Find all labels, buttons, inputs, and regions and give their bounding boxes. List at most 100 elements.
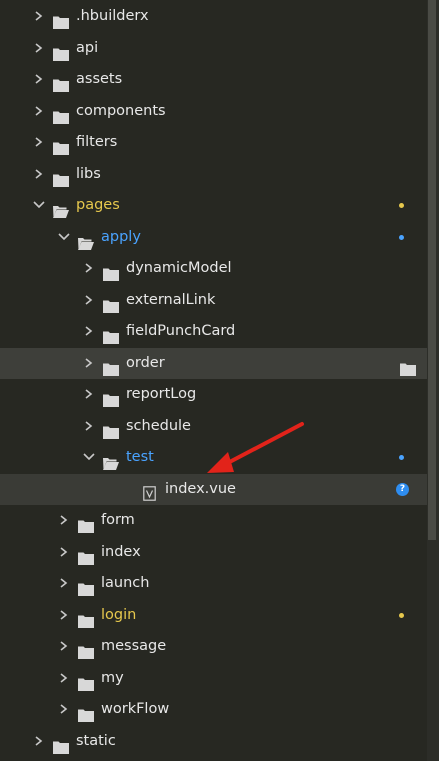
tree-item-label: message xyxy=(101,638,167,654)
chevron-right-icon[interactable] xyxy=(82,253,96,284)
tree-folder-row[interactable]: .hbuilderx xyxy=(0,1,427,32)
folder-open-icon xyxy=(78,231,94,250)
chevron-down-icon[interactable] xyxy=(57,222,71,253)
folder-icon xyxy=(103,294,119,313)
chevron-right-icon[interactable] xyxy=(57,568,71,599)
folder-icon xyxy=(103,325,119,344)
tree-item-label: .hbuilderx xyxy=(76,8,149,24)
folder-icon xyxy=(78,672,94,691)
tree-item-label: externalLink xyxy=(126,291,216,308)
chevron-right-icon[interactable] xyxy=(82,285,96,316)
tree-item-label: fieldPunchCard xyxy=(126,323,236,339)
modified-dot-icon xyxy=(399,612,404,618)
tree-folder-row[interactable]: index xyxy=(0,537,427,568)
tree-folder-row[interactable]: form xyxy=(0,505,427,536)
tree-item-label: assets xyxy=(76,71,123,87)
tree-folder-row[interactable]: test xyxy=(0,442,427,473)
chevron-right-icon[interactable] xyxy=(57,505,71,536)
folder-open-icon xyxy=(103,451,119,470)
modified-dot-icon xyxy=(399,203,404,208)
tree-item-label: pages xyxy=(76,197,120,213)
chevron-right-icon[interactable] xyxy=(82,379,96,410)
tree-item-label: order xyxy=(126,354,165,371)
chevron-right-icon[interactable] xyxy=(57,600,71,631)
folder-icon xyxy=(53,73,69,92)
tree-folder-row[interactable]: fieldPunchCard xyxy=(0,316,427,347)
chevron-right-icon[interactable] xyxy=(32,64,46,95)
folder-icon xyxy=(103,388,119,407)
folder-icon xyxy=(53,136,69,155)
folder-icon xyxy=(103,420,119,439)
tree-item-label: index.vue xyxy=(165,480,236,497)
chevron-right-icon[interactable] xyxy=(57,694,71,725)
tree-folder-row[interactable]: message xyxy=(0,631,427,662)
tree-item-label: libs xyxy=(76,165,101,182)
vue-file-icon xyxy=(143,482,156,501)
chevron-right-icon[interactable] xyxy=(82,348,96,379)
folder-icon xyxy=(103,357,119,376)
chevron-down-icon[interactable] xyxy=(82,442,96,473)
chevron-right-icon[interactable] xyxy=(32,159,46,190)
tree-item-label: filters xyxy=(76,134,118,150)
tree-item-label: form xyxy=(101,512,135,528)
tree-folder-row[interactable]: components xyxy=(0,96,427,127)
chevron-right-icon[interactable] xyxy=(82,316,96,347)
tree-folder-row[interactable]: order xyxy=(0,347,427,379)
chevron-right-icon[interactable] xyxy=(32,33,46,64)
tree-item-label: index xyxy=(101,543,141,560)
folder-icon xyxy=(103,262,119,281)
tree-folder-row[interactable]: workFlow xyxy=(0,694,427,725)
tree-folder-row[interactable]: static xyxy=(0,726,427,757)
folder-icon xyxy=(78,640,94,659)
tree-folder-row[interactable]: externalLink xyxy=(0,285,427,316)
tree-folder-row[interactable]: dynamicModel xyxy=(0,253,427,284)
open-folder-action-icon[interactable] xyxy=(400,357,416,376)
folder-icon xyxy=(78,546,94,565)
tree-file-row[interactable]: index.vue? xyxy=(0,473,427,505)
chevron-down-icon[interactable] xyxy=(32,190,46,221)
changed-dot-icon xyxy=(399,455,404,460)
folder-icon xyxy=(78,609,94,628)
tree-folder-row[interactable]: filters xyxy=(0,127,427,158)
tree-item-label: schedule xyxy=(126,417,191,434)
tree-item-label: login xyxy=(101,606,137,623)
folder-icon xyxy=(53,42,69,61)
folder-icon xyxy=(53,10,69,29)
tree-folder-row[interactable]: api xyxy=(0,33,427,64)
tree-folder-row[interactable]: apply xyxy=(0,222,427,253)
tree-folder-row[interactable]: pages xyxy=(0,190,427,221)
chevron-right-icon[interactable] xyxy=(32,127,46,158)
folder-icon xyxy=(78,703,94,722)
tree-folder-row[interactable]: launch xyxy=(0,568,427,599)
folder-icon xyxy=(53,105,69,124)
tree-folder-row[interactable]: libs xyxy=(0,159,427,190)
tree-item-label: apply xyxy=(101,228,141,245)
chevron-right-icon[interactable] xyxy=(57,631,71,662)
folder-icon xyxy=(78,514,94,533)
tree-item-label: dynamicModel xyxy=(126,260,232,276)
chevron-right-icon[interactable] xyxy=(32,726,46,757)
file-explorer-tree: .hbuilderx api assets components filters libs… xyxy=(0,0,439,761)
changed-dot-icon xyxy=(399,234,404,240)
tree-folder-row[interactable]: login xyxy=(0,600,427,631)
chevron-right-icon[interactable] xyxy=(32,96,46,127)
tree-item-label: api xyxy=(76,39,99,56)
folder-icon xyxy=(53,735,69,754)
tree-item-label: test xyxy=(126,449,154,465)
chevron-right-icon[interactable] xyxy=(57,537,71,568)
tree-folder-row[interactable]: my xyxy=(0,663,427,694)
tree-folder-row[interactable]: reportLog xyxy=(0,379,427,410)
chevron-right-icon[interactable] xyxy=(82,411,96,442)
folder-icon xyxy=(53,168,69,187)
untracked-badge: ? xyxy=(396,482,409,496)
chevron-right-icon[interactable] xyxy=(32,1,46,32)
folder-icon xyxy=(78,577,94,596)
chevron-right-icon[interactable] xyxy=(57,663,71,694)
tree-item-label: my xyxy=(101,669,124,686)
tree-item-label: launch xyxy=(101,575,150,591)
tree-folder-row[interactable]: assets xyxy=(0,64,427,95)
tree-item-label: reportLog xyxy=(126,386,197,402)
tree-item-label: components xyxy=(76,102,166,119)
tree-folder-row[interactable]: schedule xyxy=(0,411,427,442)
tree-item-label: workFlow xyxy=(101,701,170,717)
